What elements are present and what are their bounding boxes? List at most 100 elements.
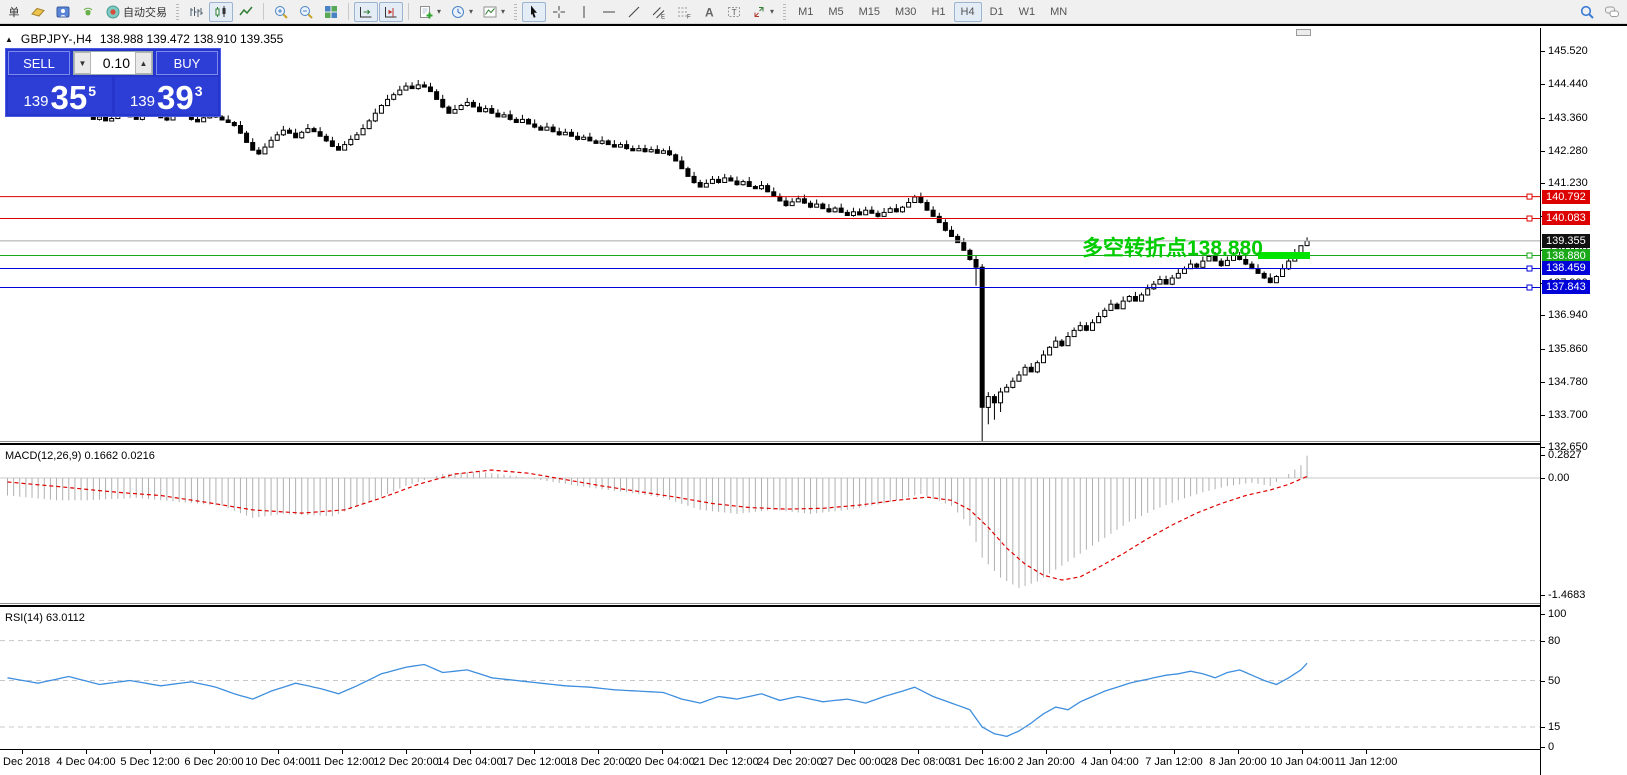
market-watch-button[interactable]: [26, 2, 50, 22]
sell-button[interactable]: SELL: [8, 51, 70, 75]
bar-chart-button[interactable]: [184, 2, 208, 22]
rsi-tick: 0: [1548, 741, 1555, 753]
tile-windows-button[interactable]: [319, 2, 343, 22]
auto-trading-button[interactable]: 自动交易: [101, 2, 171, 22]
time-axis[interactable]: 2 Dec 2018 4 Dec 04:00 5 Dec 12:00 6 Dec 20…: [0, 749, 1541, 775]
signals-icon: [80, 4, 96, 20]
time-label: 21 Dec 12:00: [693, 756, 759, 768]
chart-window: ▲ GBPJPY-,H4 138.988 139.472 138.910 139…: [0, 24, 1627, 775]
dropdown-arrow-icon[interactable]: ▾: [469, 7, 473, 16]
buy-price[interactable]: 139 39 3: [114, 77, 218, 114]
pane-separator-macd[interactable]: [0, 441, 1627, 445]
volume-stepper: ▼ 0.10 ▲: [73, 51, 153, 75]
sell-price[interactable]: 139 35 5: [8, 77, 112, 114]
price-axis[interactable]: 145.520144.440143.360142.280141.230140.1…: [1540, 28, 1627, 775]
crosshair-button[interactable]: [547, 2, 571, 22]
tf-m30-button[interactable]: M30: [888, 2, 923, 22]
axis-tickmark: [1541, 415, 1545, 416]
time-tickmark: [278, 750, 279, 754]
sell-price-big: 35: [50, 79, 88, 116]
zoom-out-button[interactable]: [294, 2, 318, 22]
periods-icon: [450, 4, 466, 20]
templates-button[interactable]: ▾: [478, 2, 509, 22]
macd-tick: 0.2827: [1548, 449, 1582, 461]
time-label: 10 Jan 04:00: [1270, 756, 1334, 768]
time-label: 18 Dec 20:00: [565, 756, 631, 768]
main-toolbar: 单 自动交易 ▾ ▾ ▾ E F A T ▾ M1 M5 M15 M30 H1 H4 D1 W1 MN: [0, 0, 1627, 24]
toolbar-separator: [408, 3, 409, 20]
bar-chart-icon: [188, 4, 204, 20]
tile-windows-icon: [323, 4, 339, 20]
indicators-list-button[interactable]: ▾: [414, 2, 445, 22]
trendline-button[interactable]: [622, 2, 646, 22]
chart-shift-button[interactable]: [379, 1, 403, 22]
time-label: 27 Dec 00:00: [821, 756, 887, 768]
periods-button[interactable]: ▾: [446, 2, 477, 22]
time-label: 11 Jan 12:00: [1334, 756, 1398, 768]
tf-d1-button[interactable]: D1: [983, 2, 1011, 22]
text-label-button[interactable]: T: [722, 2, 746, 22]
metaeditor-button[interactable]: [51, 2, 75, 22]
axis-tickmark: [1541, 183, 1545, 184]
candlestick-chart-button[interactable]: [209, 1, 233, 22]
chart-annotation-text[interactable]: 多空转折点138.880: [1082, 232, 1263, 262]
volume-value[interactable]: 0.10: [91, 52, 135, 74]
tf-h1-button[interactable]: H1: [924, 2, 952, 22]
svg-text:F: F: [687, 14, 691, 20]
main-chart[interactable]: [0, 28, 1540, 441]
trade-panel-toggle[interactable]: ▲: [5, 35, 13, 44]
auto-scroll-button[interactable]: [354, 1, 378, 22]
axis-tickmark: [1541, 84, 1545, 85]
rsi-pane[interactable]: [0, 607, 1540, 749]
price-tick: 133.700: [1548, 409, 1588, 421]
tf-m5-button[interactable]: M5: [821, 2, 850, 22]
time-label: 28 Dec 08:00: [885, 756, 951, 768]
fibonacci-retracement-icon: F: [676, 4, 692, 20]
level-price-badge: 137.843: [1542, 280, 1590, 294]
time-tickmark: [1238, 750, 1239, 754]
dropdown-arrow-icon[interactable]: ▾: [437, 7, 441, 16]
volume-increase-button[interactable]: ▲: [135, 52, 152, 74]
equidistant-channel-button[interactable]: E: [647, 2, 671, 22]
macd-pane[interactable]: [0, 445, 1540, 603]
time-tickmark: [598, 750, 599, 754]
pane-separator-rsi[interactable]: [0, 603, 1627, 607]
time-tickmark: [406, 750, 407, 754]
vertical-line-icon: [576, 4, 592, 20]
time-label: 11 Dec 12:00: [309, 756, 375, 768]
signals-button[interactable]: [76, 2, 100, 22]
tf-m15-button[interactable]: M15: [852, 2, 887, 22]
horizontal-line-button[interactable]: [597, 2, 621, 22]
tf-w1-button[interactable]: W1: [1012, 2, 1043, 22]
axis-tickmark: [1541, 349, 1545, 350]
line-chart-button[interactable]: [234, 2, 258, 22]
cursor-button[interactable]: [522, 1, 547, 22]
time-tickmark: [1366, 750, 1367, 754]
level-price-badge: 138.459: [1542, 261, 1590, 275]
time-tickmark: [150, 750, 151, 754]
search-button[interactable]: [1575, 2, 1599, 22]
chart-scroll-marker[interactable]: [1296, 29, 1311, 36]
tf-m15-label: M15: [858, 5, 881, 18]
axis-tickmark: [1541, 382, 1545, 383]
tf-mn-button[interactable]: MN: [1043, 2, 1074, 22]
arrows-button[interactable]: ▾: [747, 2, 778, 22]
candlestick-chart-icon: [213, 4, 229, 20]
search-icon: [1579, 4, 1595, 20]
fibonacci-retracement-button[interactable]: F: [672, 2, 696, 22]
time-label: 10 Dec 04:00: [245, 756, 311, 768]
time-label: 2 Jan 20:00: [1017, 756, 1075, 768]
tf-m1-button[interactable]: M1: [791, 2, 820, 22]
new-order-button[interactable]: 单: [3, 2, 25, 22]
vertical-line-button[interactable]: [572, 2, 596, 22]
auto-scroll-icon: [358, 4, 374, 20]
community-chat-button[interactable]: [1600, 2, 1624, 22]
indicators-list-icon: [418, 4, 434, 20]
volume-decrease-button[interactable]: ▼: [74, 52, 91, 74]
dropdown-arrow-icon[interactable]: ▾: [501, 7, 505, 16]
text-button[interactable]: A: [697, 2, 721, 22]
tf-h4-button[interactable]: H4: [953, 1, 982, 22]
dropdown-arrow-icon[interactable]: ▾: [770, 7, 774, 16]
buy-button[interactable]: BUY: [156, 51, 218, 75]
zoom-in-button[interactable]: [269, 2, 293, 22]
